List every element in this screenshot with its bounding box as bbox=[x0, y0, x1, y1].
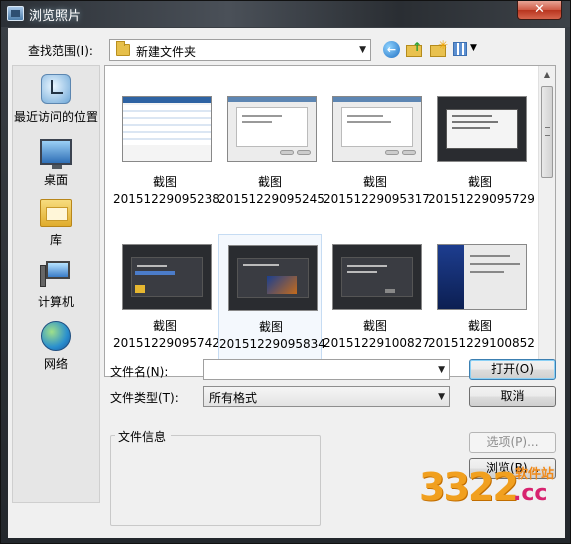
file-item-selected[interactable]: 截图 20151229095834 bbox=[218, 234, 326, 364]
lookin-dropdown[interactable]: 新建文件夹 ▼ bbox=[109, 39, 371, 61]
file-name-line1: 截图 bbox=[257, 175, 282, 189]
folder-icon bbox=[116, 41, 130, 56]
places-bar: 最近访问的位置 桌面 库 计算机 网络 bbox=[12, 65, 100, 503]
file-info-groupbox bbox=[110, 435, 321, 526]
file-thumbnail bbox=[122, 96, 212, 162]
filetype-value: 所有格式 bbox=[209, 391, 258, 405]
file-item[interactable]: 截图 20151229095238 bbox=[113, 90, 220, 220]
scroll-up-icon[interactable]: ▲ bbox=[539, 66, 555, 83]
file-thumbnail bbox=[227, 96, 317, 162]
file-name-line2: 20151229095729 bbox=[428, 192, 535, 206]
place-label: 网络 bbox=[43, 357, 68, 371]
window-title: 浏览照片 bbox=[29, 9, 82, 24]
back-icon[interactable]: ← bbox=[383, 41, 400, 58]
place-computer[interactable]: 计算机 bbox=[13, 261, 99, 310]
lookin-label: 查找范围(I): bbox=[28, 44, 93, 58]
file-name-line2: 20151229095834 bbox=[219, 337, 326, 351]
place-label: 库 bbox=[49, 233, 62, 247]
place-recent[interactable]: 最近访问的位置 bbox=[13, 74, 99, 125]
file-item[interactable]: 截图 20151229100852 bbox=[428, 234, 535, 364]
file-item[interactable]: 截图 20151229095729 bbox=[428, 90, 535, 220]
chevron-down-icon: ▼ bbox=[438, 392, 445, 402]
place-label: 计算机 bbox=[37, 295, 74, 309]
place-network[interactable]: 网络 bbox=[13, 321, 99, 372]
file-name-line1: 截图 bbox=[467, 319, 492, 333]
desktop-icon bbox=[40, 139, 72, 169]
scroll-thumb[interactable] bbox=[541, 86, 553, 178]
file-item[interactable]: 截图 20151229095245 bbox=[218, 90, 325, 220]
vertical-scrollbar[interactable]: ▲ bbox=[538, 66, 555, 376]
place-label: 桌面 bbox=[43, 173, 68, 187]
cancel-button[interactable]: 取消 bbox=[469, 386, 556, 407]
file-item[interactable]: 截图 20151229095317 bbox=[323, 90, 430, 220]
place-label: 最近访问的位置 bbox=[13, 110, 98, 124]
file-thumbnail bbox=[437, 244, 527, 310]
file-name-line2: 20151229095245 bbox=[218, 192, 325, 206]
recent-places-icon bbox=[41, 74, 71, 104]
file-thumbnail bbox=[332, 244, 422, 310]
file-name-line1: 截图 bbox=[258, 320, 283, 334]
file-thumbnail bbox=[332, 96, 422, 162]
file-name-line1: 截图 bbox=[152, 319, 177, 333]
open-button[interactable]: 打开(O) bbox=[469, 359, 556, 380]
file-name-line1: 截图 bbox=[152, 175, 177, 189]
file-name-line1: 截图 bbox=[362, 175, 387, 189]
place-library[interactable]: 库 bbox=[13, 199, 99, 248]
filename-label: 文件名(N): bbox=[110, 365, 169, 379]
browse-photos-dialog: 浏览照片 ✕ 查找范围(I): 新建文件夹 ▼ ← ↑ ✳ ▼ 最近访问的位置 … bbox=[0, 0, 571, 544]
file-name-line2: 20151229095238 bbox=[113, 192, 220, 206]
chevron-down-icon[interactable]: ▼ bbox=[438, 365, 445, 375]
watermark-logo: 3322 软件站 .cc bbox=[419, 465, 555, 509]
file-info-label: 文件信息 bbox=[118, 430, 167, 444]
dialog-body: 查找范围(I): 新建文件夹 ▼ ← ↑ ✳ ▼ 最近访问的位置 桌面 库 计算… bbox=[8, 28, 565, 538]
file-name-line1: 截图 bbox=[362, 319, 387, 333]
close-icon: ✕ bbox=[534, 2, 545, 17]
app-icon bbox=[7, 6, 24, 21]
file-thumbnail bbox=[122, 244, 212, 310]
file-name-line1: 截图 bbox=[467, 175, 492, 189]
chevron-down-icon: ▼ bbox=[359, 45, 366, 55]
filetype-dropdown[interactable]: 所有格式 ▼ bbox=[203, 386, 450, 407]
library-icon bbox=[40, 199, 72, 227]
view-menu-icon[interactable]: ▼ bbox=[453, 41, 481, 58]
options-button[interactable]: 选项(P)... bbox=[469, 432, 556, 453]
up-folder-icon[interactable]: ↑ bbox=[406, 40, 424, 58]
file-item[interactable]: 截图 20151229100827 bbox=[323, 234, 430, 364]
place-desktop[interactable]: 桌面 bbox=[13, 139, 99, 188]
filetype-label: 文件类型(T): bbox=[110, 391, 179, 405]
network-icon bbox=[41, 321, 71, 351]
computer-icon bbox=[40, 261, 72, 289]
file-thumbnail bbox=[437, 96, 527, 162]
file-thumbnail bbox=[228, 245, 318, 311]
file-name-line2: 20151229095317 bbox=[323, 192, 430, 206]
title-bar[interactable]: 浏览照片 ✕ bbox=[1, 1, 570, 27]
file-name-line2: 20151229100827 bbox=[323, 336, 430, 350]
filename-combo[interactable]: ▼ bbox=[203, 359, 450, 380]
new-folder-icon[interactable]: ✳ bbox=[430, 38, 448, 58]
close-button[interactable]: ✕ bbox=[517, 1, 562, 20]
file-item[interactable]: 截图 20151229095742 bbox=[113, 234, 220, 364]
file-list[interactable]: 截图 20151229095238 截图 20151229095245 截图 2… bbox=[104, 65, 556, 377]
lookin-value: 新建文件夹 bbox=[136, 45, 197, 59]
file-name-line2: 20151229100852 bbox=[428, 336, 535, 350]
file-name-line2: 20151229095742 bbox=[113, 336, 220, 350]
